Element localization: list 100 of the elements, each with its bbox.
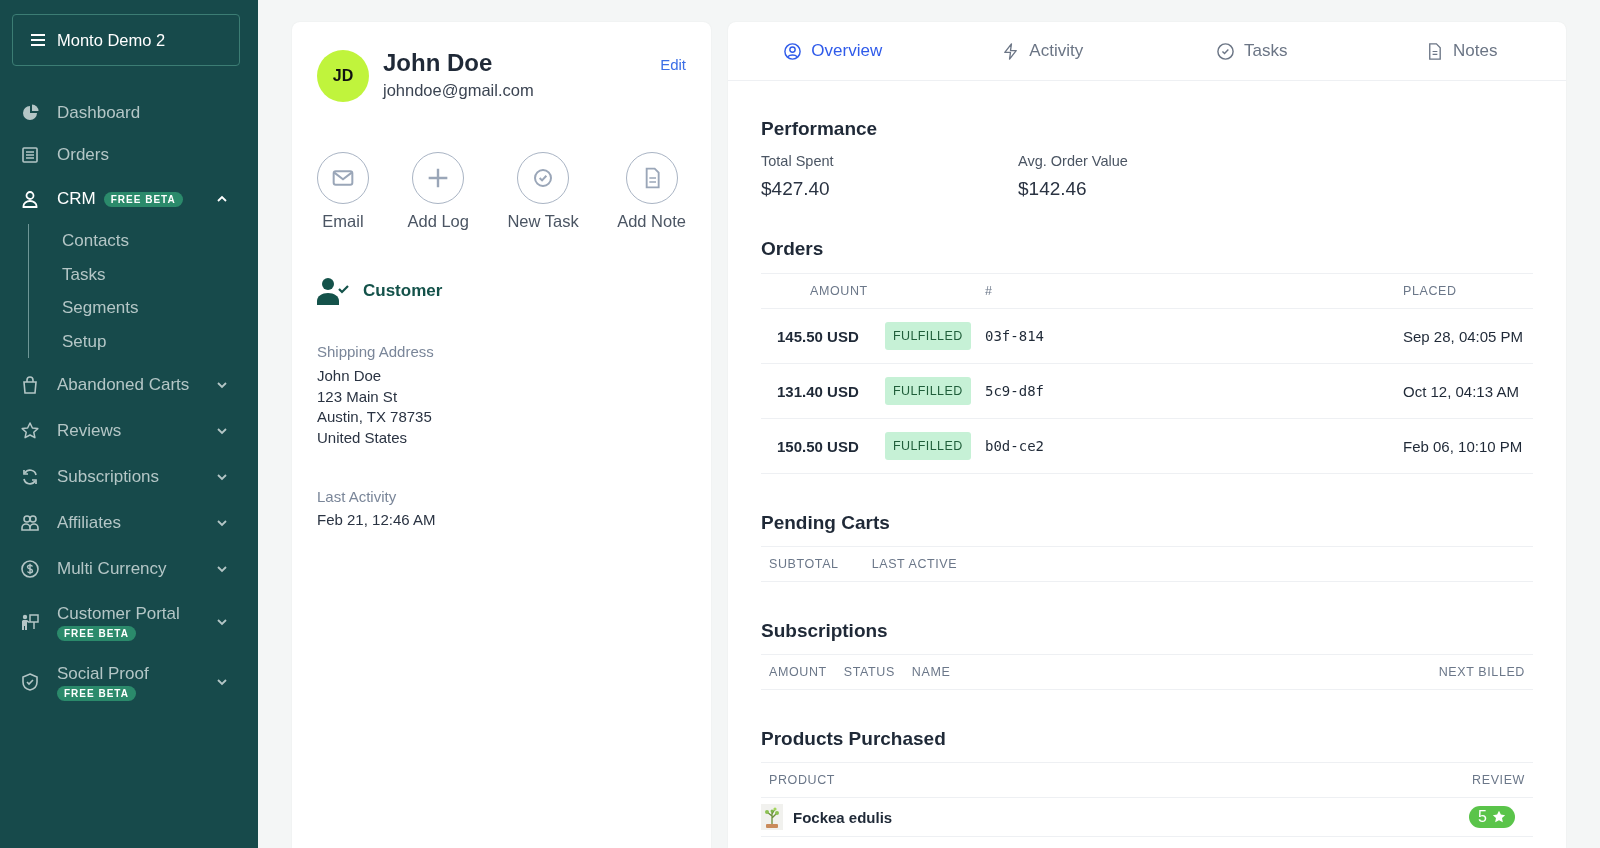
chevron-down-icon[interactable] <box>216 379 228 391</box>
metric-label: Avg. Order Value <box>1018 153 1129 169</box>
sidebar-subitem[interactable]: Segments <box>62 291 258 325</box>
sidebar-item-label: Dashboard <box>57 103 141 123</box>
user-circle-icon <box>783 41 803 61</box>
store-switcher-button[interactable]: Monto Demo 2 <box>12 14 240 66</box>
status-badge: FULFILLED <box>885 432 971 460</box>
table-cell-text: 5c9-d8f <box>985 383 1045 399</box>
table-cell-text: Oct 12, 04:13 AM <box>1403 382 1520 400</box>
beta-badge: FREE BETA <box>57 625 136 641</box>
presenter-icon <box>20 612 40 632</box>
chevron-down-icon[interactable] <box>216 563 228 575</box>
section-heading: Orders <box>761 238 825 260</box>
section-heading: Performance <box>761 118 879 140</box>
refresh-icon <box>20 467 40 487</box>
status-badge: FULFILLED <box>885 377 971 405</box>
section-heading: Products Purchased <box>761 728 947 750</box>
sidebar-item[interactable]: Abandoned Carts <box>0 362 258 408</box>
customer-status: Customer <box>363 281 443 301</box>
metric-value: $427.40 <box>761 178 831 200</box>
tab[interactable]: Activity <box>937 22 1147 80</box>
avatar: JD <box>317 50 369 102</box>
address-line: 123 Main St <box>317 386 399 407</box>
sidebar-item-label: Subscriptions <box>57 467 160 487</box>
metric-value: $142.46 <box>1018 178 1088 200</box>
sidebar-subitem[interactable]: Tasks <box>62 257 258 291</box>
column-header: NEXT BILLED <box>1438 665 1525 679</box>
field-value: Feb 21, 12:46 AM <box>317 510 437 530</box>
table-cell-text: 03f-814 <box>985 328 1045 344</box>
field-label: Last Activity <box>317 488 398 505</box>
star-icon <box>1492 810 1506 824</box>
address-line: John Doe <box>317 366 383 386</box>
sidebar-item[interactable]: Reviews <box>0 408 258 454</box>
column-header: SUBTOTAL <box>769 557 839 571</box>
column-header: REVIEW <box>1472 773 1525 787</box>
sidebar-item-label: Customer Portal <box>57 603 180 624</box>
sidebar-item[interactable]: Multi Currency <box>0 546 258 592</box>
beta-badge: FREE BETA <box>103 191 183 207</box>
pie-chart-icon <box>20 103 40 123</box>
chevron-down-icon[interactable] <box>216 616 228 628</box>
sidebar-item[interactable]: Subscriptions <box>0 454 258 500</box>
sidebar-item[interactable]: Affiliates <box>0 500 258 546</box>
star-icon <box>20 421 40 441</box>
action-label: Add Note <box>617 212 686 231</box>
sidebar-subitem[interactable]: Contacts <box>62 224 258 258</box>
chevron-down-icon[interactable] <box>216 517 228 529</box>
column-header: LAST ACTIVE <box>871 557 958 571</box>
check-circle-icon <box>1216 41 1235 61</box>
user-icon <box>20 189 40 209</box>
receipt-icon <box>20 145 40 165</box>
column-header: PRODUCT <box>769 773 835 787</box>
product-name: Fockea edulis <box>793 808 893 826</box>
sidebar-item-label: Orders <box>57 145 109 165</box>
review-badge: 5 <box>1469 806 1515 828</box>
action-label: New Task <box>507 212 579 231</box>
shopping-bag-icon <box>20 375 40 395</box>
section-heading: Pending Carts <box>761 512 891 534</box>
table-cell-text: Feb 06, 10:10 PM <box>1403 437 1524 455</box>
tab[interactable]: Notes <box>1356 22 1566 80</box>
column-header: PLACED <box>1403 284 1458 298</box>
column-header: STATUS <box>843 665 895 679</box>
sidebar-item[interactable]: CRM FREE BETA <box>0 176 258 222</box>
sidebar-item-label: Reviews <box>57 421 122 441</box>
tab[interactable]: Overview <box>728 22 938 80</box>
users-icon <box>20 513 40 533</box>
table-cell-text: b0d-ce2 <box>985 438 1045 454</box>
sidebar-item[interactable]: Customer Portal FREE BETA <box>0 592 258 652</box>
tab[interactable]: Tasks <box>1147 22 1357 80</box>
field-label: Shipping Address <box>317 343 435 360</box>
customer-name: John Doe <box>383 49 494 77</box>
address-line: United States <box>317 427 409 448</box>
edit-link[interactable]: Edit <box>660 56 686 73</box>
address-line: Austin, TX 78735 <box>317 407 433 427</box>
table-cell-text: Sep 28, 04:05 PM <box>1403 327 1525 345</box>
table-cell-text: 131.40 USD <box>776 382 860 400</box>
sidebar-item[interactable]: Orders <box>0 134 258 176</box>
beta-badge: FREE BETA <box>57 685 136 701</box>
sidebar-item[interactable]: Dashboard <box>0 92 258 134</box>
table-cell-text: 150.50 USD <box>776 437 860 455</box>
section-heading: Subscriptions <box>761 620 889 642</box>
status-badge: FULFILLED <box>885 322 971 350</box>
sidebar-item[interactable]: Social Proof FREE BETA <box>0 652 258 712</box>
chevron-down-icon[interactable] <box>216 425 228 437</box>
metric-label: Total Spent <box>761 153 835 169</box>
shield-check-icon <box>20 672 40 692</box>
menu-icon <box>29 31 47 49</box>
sidebar-item-label: Affiliates <box>57 513 121 533</box>
sidebar-item-label: Social Proof <box>57 663 149 684</box>
chevron-down-icon[interactable] <box>216 676 228 688</box>
sidebar-subitem[interactable]: Setup <box>62 324 258 358</box>
column-header: AMOUNT <box>809 284 869 298</box>
column-header: AMOUNT <box>769 665 827 679</box>
table-cell-text: 145.50 USD <box>776 327 860 345</box>
column-header: # <box>985 284 994 298</box>
user-check-icon <box>317 277 351 305</box>
sidebar-item-label: Abandoned Carts <box>57 375 190 395</box>
chevron-down-icon[interactable] <box>216 471 228 483</box>
sidebar-item-label: Multi Currency <box>57 559 167 579</box>
action-label: Email <box>322 212 364 231</box>
action-label: Add Log <box>407 212 469 231</box>
